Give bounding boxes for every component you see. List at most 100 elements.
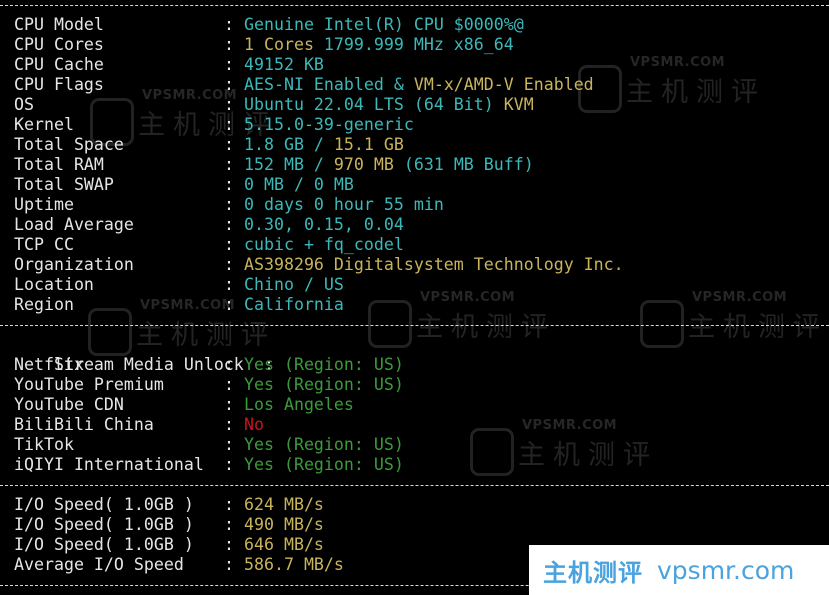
watermark: VPSMR.COM 主机测评 (578, 55, 766, 113)
row-label: I/O Speed( 1.0GB ) (14, 535, 194, 554)
colon-separator: : (224, 295, 234, 314)
io-speed-row: Average I/O Speed:586.7 MB/s (14, 555, 344, 575)
row-value: 0.30, 0.15, 0.04 (244, 215, 404, 234)
row-value: 5.15.0-39-generic (244, 115, 414, 134)
row-value: cubic + fq_codel (244, 235, 404, 254)
stream-media-row: YouTube Premium: Yes (Region: US) (14, 375, 404, 395)
row-value: AES-NI Enabled & (244, 75, 414, 94)
row-value: Genuine Intel(R) CPU $0000%@ (244, 15, 524, 34)
row-value: Yes (Region: US) (244, 355, 404, 374)
system-info-row: Organization: AS398296 Digitalsystem Tech… (14, 255, 624, 275)
colon-separator: : (224, 95, 234, 114)
row-value: KVM (503, 95, 534, 114)
system-info-row: Load Average:0.30, 0.15, 0.04 (14, 215, 404, 235)
watermark-logo-icon (470, 428, 514, 476)
row-label: BiliBili China (14, 415, 154, 434)
row-value: California (244, 295, 344, 314)
row-value: 1 Cores (244, 35, 314, 54)
system-info-row: Uptime:0 days 0 hour 55 min (14, 195, 444, 215)
colon-separator: : (224, 355, 234, 374)
row-label: CPU Cache (14, 55, 104, 74)
row-label: Location (14, 275, 94, 294)
colon-separator: : (224, 455, 234, 474)
row-label: CPU Model (14, 15, 104, 34)
system-info-row: Total RAM:152 MB / 970 MB (631 MB Buff) (14, 155, 534, 175)
colon-separator: : (224, 235, 234, 254)
row-value: Ubuntu 22.04 LTS (64 Bit) (244, 95, 504, 114)
row-value: 624 MB/s (244, 495, 324, 514)
colon-separator: : (224, 375, 234, 394)
colon-separator: : (224, 515, 234, 534)
row-value: 152 MB / (244, 155, 334, 174)
colon-separator: : (224, 255, 234, 274)
system-info-row: Location: Chino / US (14, 275, 344, 295)
separator-line (0, 5, 829, 6)
watermark: VPSMR.COM 主机测评 (640, 290, 828, 348)
system-info-row: OS: Ubuntu 22.04 LTS (64 Bit) KVM (14, 95, 534, 115)
colon-separator: : (224, 55, 234, 74)
stream-media-row: YouTube CDN: Los Angeles (14, 395, 354, 415)
colon-separator: : (224, 275, 234, 294)
row-value: Yes (Region: US) (244, 455, 404, 474)
row-value: 49152 KB (244, 55, 324, 74)
row-value: 490 MB/s (244, 515, 324, 534)
colon-separator: : (224, 135, 234, 154)
row-value: 0 days 0 hour 55 min (244, 195, 444, 214)
io-speed-row: I/O Speed( 1.0GB ):646 MB/s (14, 535, 324, 555)
row-label: iQIYI International (14, 455, 204, 474)
row-label: Total SWAP (14, 175, 114, 194)
watermark-logo-icon (368, 300, 412, 348)
separator-line (0, 485, 829, 486)
io-speed-row: I/O Speed( 1.0GB ):624 MB/s (14, 495, 324, 515)
system-info-row: Total SWAP:0 MB / 0 MB (14, 175, 354, 195)
colon-separator: : (224, 495, 234, 514)
row-value: Chino / US (244, 275, 344, 294)
row-value: 0 MB / 0 MB (244, 175, 354, 194)
colon-separator: : (224, 155, 234, 174)
colon-separator: : (224, 35, 234, 54)
row-value: 970 MB (333, 155, 394, 174)
row-label: YouTube Premium (14, 375, 164, 394)
colon-separator: : (224, 115, 234, 134)
separator-line (0, 325, 829, 326)
row-label: YouTube CDN (14, 395, 124, 414)
stream-media-row: Netflix: Yes (Region: US) (14, 355, 404, 375)
io-speed-row: I/O Speed( 1.0GB ):490 MB/s (14, 515, 324, 535)
row-label: Total Space (14, 135, 124, 154)
stream-media-row: TikTok: Yes (Region: US) (14, 435, 404, 455)
row-value: Yes (Region: US) (244, 375, 404, 394)
watermark: VPSMR.COM 主机测评 (470, 418, 658, 476)
row-label: OS (14, 95, 34, 114)
colon-separator: : (224, 535, 234, 554)
colon-separator: : (224, 215, 234, 234)
system-info-row: Kernel:5.15.0-39-generic (14, 115, 414, 135)
colon-separator: : (224, 555, 234, 574)
colon-separator: : (224, 395, 234, 414)
system-info-row: Total Space:1.8 GB / 15.1 GB (14, 135, 404, 155)
badge-url-text: vpsmr.com (657, 555, 795, 585)
row-value: Yes (Region: US) (244, 435, 404, 454)
row-label: CPU Cores (14, 35, 104, 54)
colon-separator: : (224, 435, 234, 454)
row-value: 1799.999 MHz x86_64 (313, 35, 514, 54)
row-label: Organization (14, 255, 134, 274)
row-value: No (244, 415, 264, 434)
row-label: Average I/O Speed (14, 555, 184, 574)
row-label: TCP CC (14, 235, 74, 254)
badge-cn-text: 主机测评 (543, 558, 643, 587)
stream-media-header-row: Stream Media Unlock: (14, 335, 284, 374)
watermark-logo-icon (640, 300, 684, 348)
colon-separator: : (224, 15, 234, 34)
row-label: Netflix (14, 355, 84, 374)
watermark: VPSMR.COM 主机测评 (368, 290, 556, 348)
row-label: Load Average (14, 215, 134, 234)
stream-media-row: iQIYI International: Yes (Region: US) (14, 455, 404, 475)
system-info-row: CPU Flags: AES-NI Enabled & VM-x/AMD-V En… (14, 75, 594, 95)
row-label: Uptime (14, 195, 74, 214)
row-label: Region (14, 295, 74, 314)
colon-separator: : (224, 75, 234, 94)
row-label: Kernel (14, 115, 74, 134)
row-value: 1.8 GB / (244, 135, 334, 154)
system-info-row: CPU Cores:1 Cores 1799.999 MHz x86_64 (14, 35, 514, 55)
colon-separator: : (224, 195, 234, 214)
